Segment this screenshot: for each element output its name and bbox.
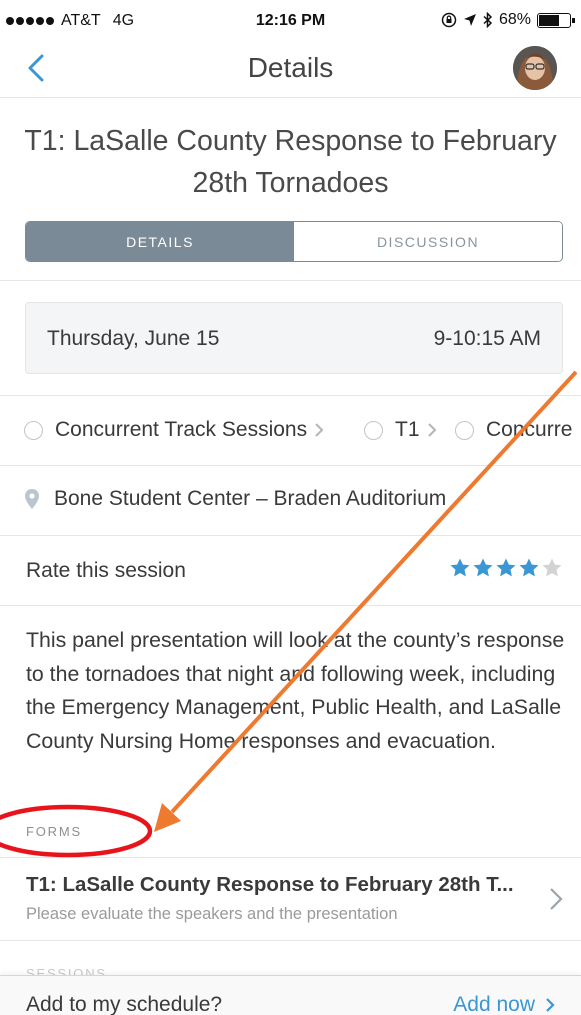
- status-bar: AT&T 4G 12:16 PM 68%: [0, 0, 581, 40]
- form-subtitle: Please evaluate the speakers and the pre…: [26, 905, 398, 923]
- form-title: T1: LaSalle County Response to February …: [26, 873, 514, 896]
- tab-details[interactable]: DETAILS: [26, 222, 294, 261]
- avatar[interactable]: [513, 46, 557, 90]
- forms-section-header: FORMS: [26, 824, 82, 839]
- star-icon[interactable]: [541, 557, 563, 579]
- chevron-right-icon: [427, 423, 436, 437]
- star-icon[interactable]: [449, 557, 471, 579]
- session-date: Thursday, June 15: [47, 327, 220, 350]
- chevron-right-icon: [550, 888, 563, 910]
- divider: [0, 605, 581, 606]
- add-now-button[interactable]: Add now: [453, 993, 555, 1015]
- lock-rotation-icon: [441, 12, 457, 28]
- bluetooth-icon: [483, 12, 493, 28]
- navigation-bar: Details: [0, 40, 581, 98]
- page-title: Details: [247, 52, 334, 83]
- rate-session-label: Rate this session: [26, 559, 186, 582]
- track-label: Concurre: [486, 418, 573, 441]
- radio-circle-icon: [24, 420, 43, 440]
- battery-icon: [537, 12, 575, 28]
- star-icon[interactable]: [472, 557, 494, 579]
- star-icon[interactable]: [518, 557, 540, 579]
- chevron-right-icon: [546, 998, 555, 1012]
- battery-percent: 68%: [498, 11, 531, 28]
- avatar-image: [513, 46, 557, 90]
- tab-discussion[interactable]: DISCUSSION: [294, 222, 562, 261]
- schedule-box: Thursday, June 15 9-10:15 AM: [25, 302, 563, 374]
- form-list-item[interactable]: T1: LaSalle County Response to February …: [0, 857, 581, 941]
- divider: [0, 465, 581, 466]
- track-tag-concurrent-truncated[interactable]: Concurre: [455, 418, 572, 442]
- map-pin-icon: [25, 489, 39, 509]
- add-to-schedule-bar: Add to my schedule? Add now: [0, 975, 581, 1015]
- session-title: T1: LaSalle County Response to February …: [24, 125, 557, 199]
- segmented-tabs: DETAILS DISCUSSION: [25, 221, 563, 262]
- location-arrow-icon: [463, 14, 476, 26]
- track-tag-concurrent-sessions[interactable]: Concurrent Track Sessions: [24, 418, 324, 442]
- track-tags-row[interactable]: Concurrent Track Sessions T1 Concurre: [0, 395, 581, 465]
- session-time: 9-10:15 AM: [433, 327, 541, 350]
- session-description: This panel presentation will look at the…: [26, 628, 565, 753]
- track-label: Concurrent Track Sessions: [55, 418, 308, 441]
- add-now-label: Add now: [453, 993, 535, 1015]
- track-tag-t1[interactable]: T1: [364, 418, 437, 442]
- chevron-right-icon: [315, 423, 324, 437]
- radio-circle-icon: [455, 420, 474, 440]
- track-label: T1: [395, 418, 420, 441]
- location-row[interactable]: Bone Student Center – Braden Auditorium: [24, 487, 446, 511]
- divider: [0, 535, 581, 536]
- add-to-schedule-prompt: Add to my schedule?: [26, 993, 223, 1015]
- location-name: Bone Student Center – Braden Auditorium: [54, 487, 447, 510]
- annotation-arrowhead: [154, 803, 181, 832]
- radio-circle-icon: [364, 420, 383, 440]
- divider: [0, 280, 581, 281]
- star-icon[interactable]: [495, 557, 517, 579]
- star-rating[interactable]: [449, 557, 563, 579]
